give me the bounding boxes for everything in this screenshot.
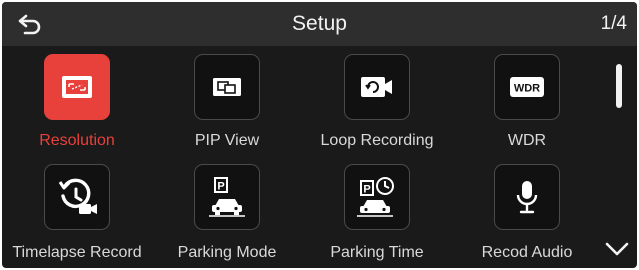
menu-item-label: Resolution — [39, 132, 115, 149]
pip-view-icon — [212, 76, 242, 98]
parking-time-icon: P — [355, 176, 399, 218]
parking-sign-text: P — [217, 181, 224, 193]
menu-tile — [44, 164, 110, 230]
timelapse-icon — [55, 177, 99, 217]
wdr-icon: WDR — [509, 75, 545, 99]
chevron-down-icon — [605, 241, 629, 257]
menu-item-resolution[interactable]: Resolution — [2, 54, 152, 164]
page-indicator: 1/4 — [600, 13, 627, 34]
menu-item-timelapse-record[interactable]: Timelapse Record — [2, 164, 152, 268]
menu-tile: P — [194, 164, 260, 230]
menu-item-wdr[interactable]: WDR WDR — [452, 54, 602, 164]
menu-tile — [194, 54, 260, 120]
wdr-icon-text: WDR — [514, 83, 540, 95]
menu-item-label: PIP View — [194, 132, 260, 149]
menu-item-pip-view[interactable]: PIP View — [152, 54, 302, 164]
scrollbar-thumb[interactable] — [616, 64, 622, 108]
menu-item-loop-recording[interactable]: Loop Recording — [302, 54, 452, 164]
microphone-icon — [515, 179, 539, 215]
menu-item-parking-mode[interactable]: P Parking Mode — [152, 164, 302, 268]
menu-item-label: WDR — [507, 132, 547, 149]
menu-item-parking-time[interactable]: P Parking Time — [302, 164, 452, 268]
page-title: Setup — [292, 12, 347, 35]
menu-item-label: Timelapse Record — [12, 244, 142, 261]
top-bar: Setup 1/4 — [2, 2, 637, 46]
parking-mode-icon: P — [207, 176, 247, 218]
resolution-icon — [60, 73, 94, 101]
loop-recording-icon — [360, 75, 394, 99]
back-button[interactable] — [12, 8, 48, 40]
menu-item-label: Loop Recording — [320, 132, 434, 149]
menu-tile — [344, 54, 410, 120]
parking-sign-text: P — [363, 184, 370, 196]
menu-item-label: Parking Mode — [177, 244, 277, 261]
menu-tile — [494, 164, 560, 230]
menu-item-record-audio[interactable]: Recod Audio — [452, 164, 602, 268]
menu-item-label: Parking Time — [330, 244, 424, 261]
scroll-down-button[interactable] — [602, 236, 632, 262]
menu-tile: WDR — [494, 54, 560, 120]
menu-item-label: Recod Audio — [481, 244, 573, 261]
menu-tile — [44, 54, 110, 120]
menu-grid: Resolution PIP View Loop Recording WDR W… — [2, 46, 602, 268]
menu-tile: P — [344, 164, 410, 230]
setup-screen: Setup 1/4 Resolution PIP View Loop Recor… — [2, 2, 637, 268]
back-arrow-icon — [17, 13, 43, 35]
